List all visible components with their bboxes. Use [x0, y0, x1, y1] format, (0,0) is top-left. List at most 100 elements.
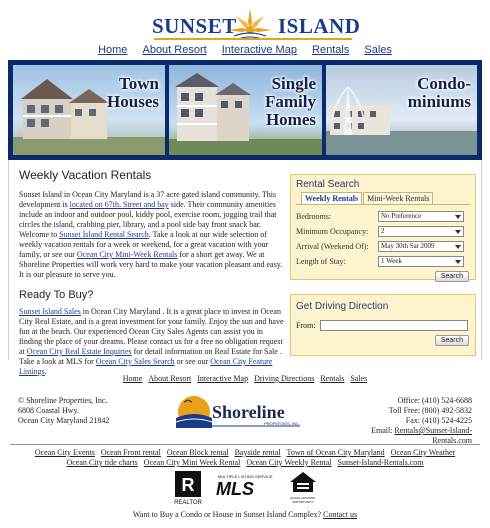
bottom-call-to-action: Want to Buy a Condo or House in Sunset I…: [0, 510, 490, 519]
rental-search-actions: Search: [291, 269, 475, 286]
occupancy-select[interactable]: 2: [378, 226, 464, 237]
arrival-value: May 30th Sat 2009: [381, 242, 435, 250]
bedrooms-row: Bedrooms: No Preference: [291, 209, 475, 224]
footer-nav-interactive-map[interactable]: Interactive Map: [197, 374, 248, 383]
link-ocean-city-events[interactable]: Ocean City Events: [35, 448, 95, 457]
chevron-down-icon: [455, 230, 461, 234]
from-row: From:: [291, 318, 475, 333]
logo-word-right[interactable]: ISLAND: [278, 16, 360, 37]
arrival-select[interactable]: May 30th Sat 2009: [378, 241, 464, 252]
occupancy-label: Minimum Occupancy:: [296, 227, 369, 236]
link-mini-week-rental[interactable]: Ocean City Mini Week Rental: [144, 458, 241, 467]
driving-directions-box: Get Driving Direction From: Search: [290, 294, 476, 356]
buy-paragraph: Sunset Island Sales in Ocean City Maryla…: [19, 307, 284, 377]
rental-search-title: Rental Search: [296, 179, 360, 190]
length-of-stay-value: 1 Week: [381, 257, 402, 265]
townhouses-caption: Town Houses: [107, 75, 159, 111]
caption-line: Homes: [265, 110, 316, 129]
caption-line: Town: [118, 74, 159, 93]
office-phone: Office: (410) 524-6688: [397, 396, 473, 405]
sales-search-link[interactable]: Ocean City Sales Search: [96, 357, 175, 366]
shoreline-logo[interactable]: Shoreline PROPERTIES, INC.: [172, 392, 302, 434]
rental-tabs: Weekly Rentals Mini-Week Rentals: [296, 192, 470, 205]
email-link[interactable]: Rentals@Sunset-Island-: [394, 426, 472, 435]
footer-links-row-2: Ocean City tide charts Ocean City Mini W…: [0, 458, 490, 468]
sales-link[interactable]: Sunset Island Sales: [19, 307, 81, 316]
contact-us-link[interactable]: Contact us: [323, 510, 357, 519]
occupancy-value: 2: [381, 227, 385, 235]
nav-home[interactable]: Home: [98, 44, 127, 56]
directions-search-button[interactable]: Search: [434, 335, 469, 346]
link-ocean-block-rental[interactable]: Ocean Block rental: [167, 448, 229, 457]
nav-about-resort[interactable]: About Resort: [142, 44, 206, 56]
banner-panel-townhouses[interactable]: Town Houses: [13, 65, 165, 155]
shoreline-logo-sub: PROPERTIES, INC.: [264, 421, 300, 426]
tab-mini-week-rentals[interactable]: Mini-Week Rentals: [363, 192, 434, 204]
occupancy-row: Minimum Occupancy: 2: [291, 224, 475, 239]
nav-rentals[interactable]: Rentals: [312, 44, 349, 56]
logo-word-left[interactable]: SUNSET: [152, 16, 237, 37]
sun-compass-icon[interactable]: [228, 8, 272, 42]
banner-panel-condominiums[interactable]: Condo- miniums: [326, 65, 477, 155]
equal-housing-text: EQUAL HOUSING OPPORTUNITY: [290, 496, 316, 504]
main-content: Weekly Vacation Rentals Sunset Island in…: [8, 160, 482, 376]
rental-search-button[interactable]: Search: [434, 271, 469, 282]
footer-links: Ocean City Events Ocean Front rental Oce…: [0, 448, 490, 468]
mls-text: MLS: [216, 479, 254, 499]
bedrooms-select[interactable]: No Preference: [378, 211, 464, 222]
nav-sales[interactable]: Sales: [364, 44, 392, 56]
bedrooms-value: No Preference: [381, 212, 422, 220]
buy-text: or see our: [174, 357, 211, 366]
company-address: © Shoreline Properties, Inc. 6808 Coasta…: [18, 396, 109, 426]
caption-line: Condo-: [417, 74, 471, 93]
caption-line: Single: [271, 74, 316, 93]
realtor-text: REALTOR: [174, 500, 202, 506]
link-weekly-rental[interactable]: Ocean City Weekly Rental: [246, 458, 331, 467]
caption-line: Houses: [107, 92, 159, 111]
chevron-down-icon: [455, 245, 461, 249]
link-ocean-front-rental[interactable]: Ocean Front rental: [101, 448, 161, 457]
company-name: © Shoreline Properties, Inc.: [18, 396, 108, 405]
rental-search-box: Rental Search Weekly Rentals Mini-Week R…: [290, 174, 476, 282]
link-tide-charts[interactable]: Ocean City tide charts: [66, 458, 137, 467]
arrival-row: Arrival (Weekend Of): May 30th Sat 2009: [291, 239, 475, 254]
real-estate-inquiries-link[interactable]: Ocean City Real Estate Inquiries: [27, 347, 132, 356]
rental-search-link[interactable]: Sunset Island Rental Search: [59, 230, 149, 239]
company-contact: Office: (410) 524-6688 Toll Free: (800) …: [371, 396, 472, 446]
link-bayside-rental[interactable]: Bayside rental: [235, 448, 281, 457]
affiliation-badges: R REALTOR MULTIPLE LISTING SERVICE MLS E…: [0, 470, 490, 506]
mini-week-rentals-link[interactable]: Ocean City Mini-Week Rentals: [77, 250, 177, 259]
from-label: From:: [296, 321, 316, 330]
caption-line: miniums: [407, 92, 471, 111]
length-of-stay-label: Length of Stay:: [296, 257, 346, 266]
equal-housing-icon: [290, 472, 316, 492]
location-link[interactable]: located on 67th. Street and bay: [70, 200, 169, 209]
logo-underline: [154, 38, 352, 40]
directions-actions: Search: [291, 333, 475, 350]
company-city: Ocean City Maryland 21842: [18, 416, 110, 425]
nav-interactive-map[interactable]: Interactive Map: [222, 44, 297, 56]
link-town-of-ocean-city[interactable]: Town of Ocean City Maryland: [287, 448, 385, 457]
arrival-label: Arrival (Weekend Of):: [296, 242, 369, 251]
footer-nav-sales[interactable]: Sales: [350, 374, 367, 383]
page-title: Weekly Vacation Rentals: [19, 168, 152, 182]
footer-nav-rentals[interactable]: Rentals: [320, 374, 344, 383]
banner-panel-single-family[interactable]: Single Family Homes: [169, 65, 322, 155]
footer-nav-home[interactable]: Home: [123, 374, 143, 383]
length-of-stay-select[interactable]: 1 Week: [378, 256, 464, 267]
driving-directions-title: Get Driving Direction: [296, 301, 389, 312]
condominiums-caption: Condo- miniums: [408, 75, 471, 111]
tab-weekly-rentals[interactable]: Weekly Rentals: [301, 192, 363, 204]
footer-nav-driving-directions[interactable]: Driving Directions: [254, 374, 314, 383]
link-ocean-city-weather[interactable]: Ocean City Weather: [391, 448, 456, 457]
link-sunset-island-rentals[interactable]: Sunset-Island-Rentals.com: [338, 458, 424, 467]
company-street: 6808 Coastal Hwy.: [18, 406, 80, 415]
single-family-caption: Single Family Homes: [265, 75, 316, 129]
chevron-down-icon: [455, 260, 461, 264]
caption-line: Family: [265, 92, 316, 111]
from-address-input[interactable]: [320, 320, 468, 331]
main-column: Weekly Vacation Rentals Sunset Island in…: [19, 168, 284, 377]
realtor-badge: R REALTOR: [172, 470, 204, 506]
footer-nav-about-resort[interactable]: About Resort: [148, 374, 191, 383]
intro-paragraph: Sunset Island in Ocean City Maryland is …: [19, 190, 284, 280]
